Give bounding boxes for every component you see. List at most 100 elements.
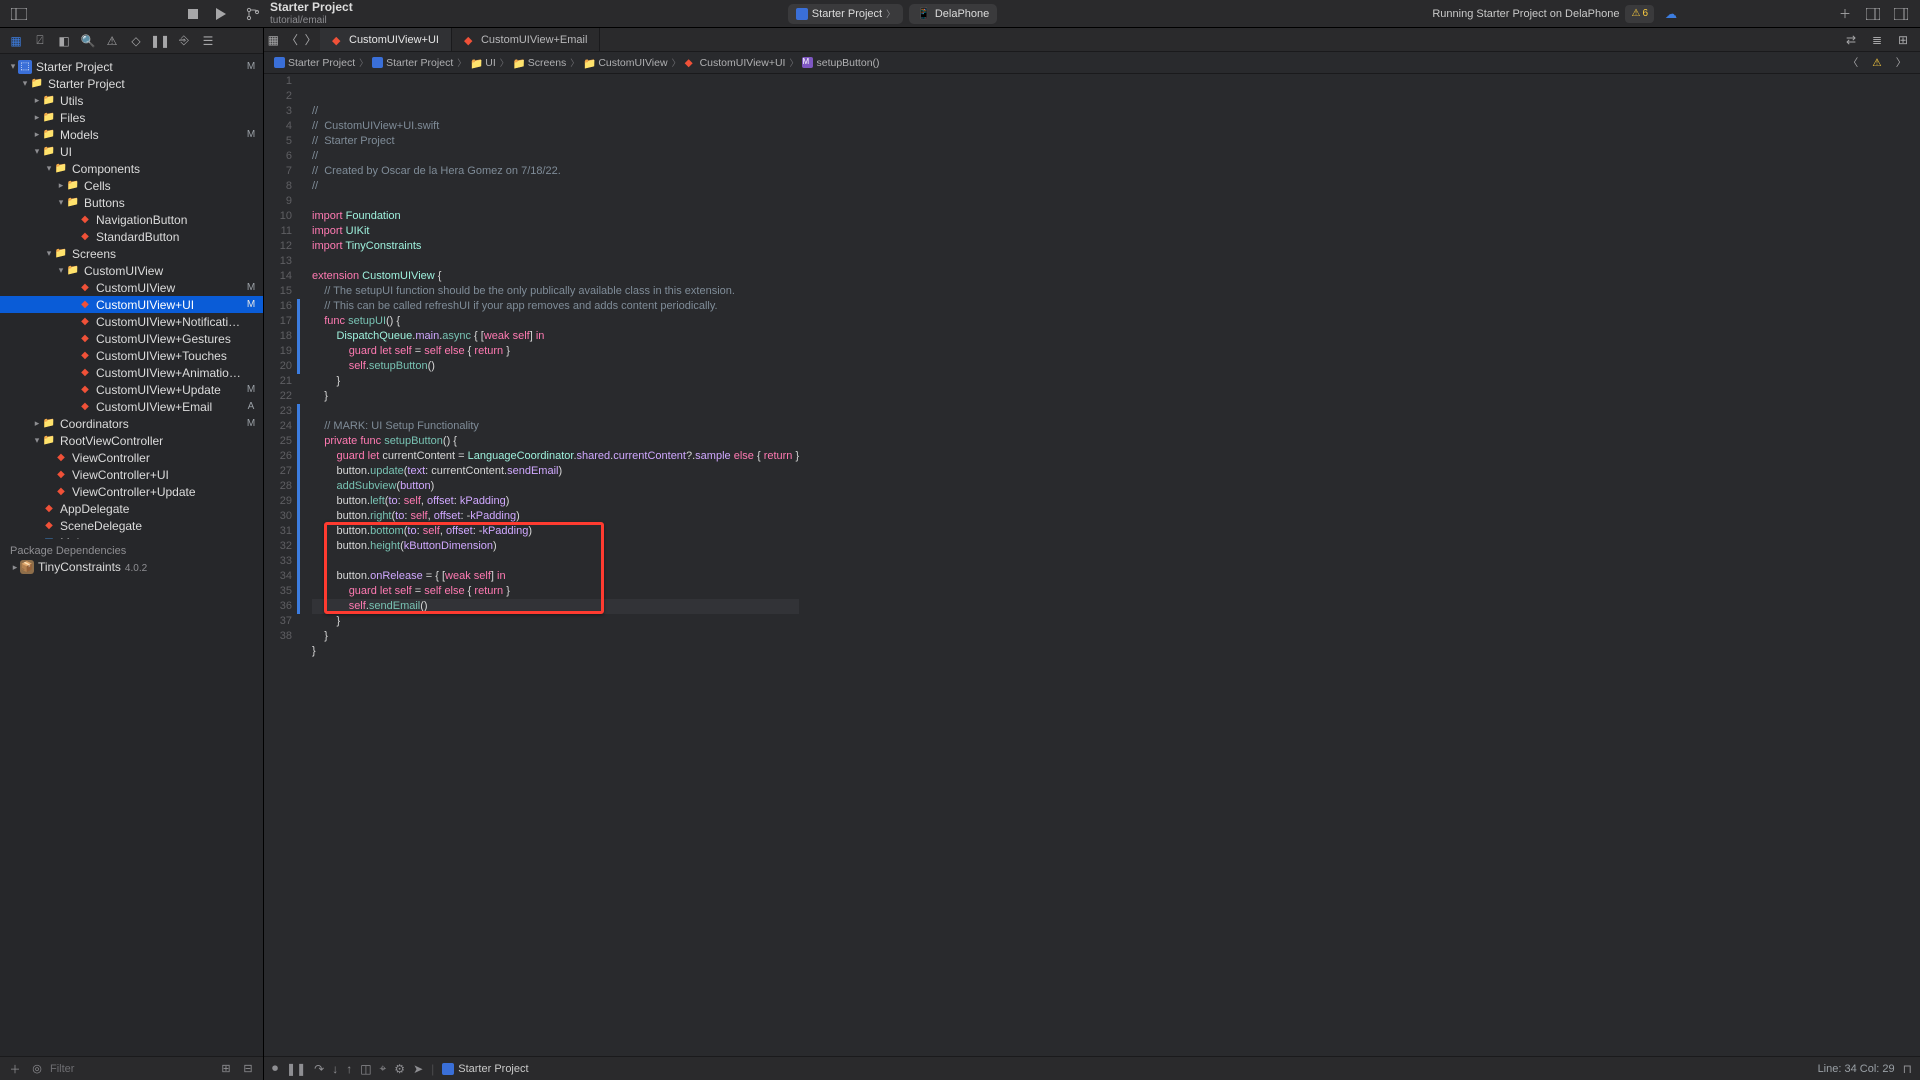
jump-prev-icon[interactable]: 〈 [1842,52,1864,74]
jumpbar-crumb[interactable]: Starter Project [370,57,455,69]
step-over-icon[interactable]: ↷ [314,1062,324,1076]
tree-item[interactable]: ◆ViewController [0,449,263,466]
jumpbar-crumb[interactable]: Starter Project [272,57,357,69]
phone-icon: 📱 [917,7,931,20]
editor-options-icon[interactable]: ≣ [1866,29,1888,51]
library-icon[interactable] [1862,3,1884,25]
file-tree[interactable]: ▾⬚Starter ProjectM▾📁Starter Project▸📁Uti… [0,54,263,539]
tree-item[interactable]: ▣Main [0,534,263,539]
code-content[interactable]: //// CustomUIView+UI.swift// Starter Pro… [300,74,799,674]
code-editor[interactable]: 1234567891011121314151617181920212223242… [264,74,1920,1056]
project-title: Starter Project [270,1,353,14]
add-icon[interactable]: ＋ [1834,3,1856,25]
debug-view-icon[interactable]: ◫ [360,1062,371,1076]
navigator-selector-bar: ▦ ⍁ ◧ 🔍 ⚠︎ ◇ ❚❚ ⎆ ☰ [0,28,263,54]
memory-graph-icon[interactable]: ⌖ [380,1061,387,1076]
cloud-status-icon[interactable]: ☁︎ [1660,3,1682,25]
jump-bar[interactable]: Starter Project〉Starter Project〉📁UI〉📁Scr… [264,52,1920,74]
jumpbar-crumb[interactable]: 📁Screens [511,57,569,69]
tree-item[interactable]: ◆SceneDelegate [0,517,263,534]
nav-breakpoints-icon[interactable]: ⎆ [174,31,194,51]
jumpbar-crumb[interactable]: ◆CustomUIView+UI [683,57,788,69]
tree-item[interactable]: ▾📁Components [0,160,263,177]
line-gutter[interactable]: 1234567891011121314151617181920212223242… [264,74,300,674]
run-button[interactable] [210,3,232,25]
editor-area: ▦ 〈 〉 ◆CustomUIView+UI ◆CustomUIView+Ema… [264,28,1920,1080]
tree-item[interactable]: ▾📁CustomUIView [0,262,263,279]
nav-tests-icon[interactable]: ◇ [126,31,146,51]
jump-next-icon[interactable]: 〉 [1890,52,1912,74]
tree-item[interactable]: ▸📁Utils [0,92,263,109]
tree-item[interactable]: ▸📁Cells [0,177,263,194]
filter-scope-icon[interactable]: ◎ [28,1060,46,1078]
step-into-icon[interactable]: ↓ [332,1062,338,1076]
branch-icon[interactable] [242,3,264,25]
debug-bar: ⏺ ❚❚ ↷ ↓ ↑ ◫ ⌖ ⚙︎ ➤ | Starter Project Li… [264,1056,1920,1080]
navigator-filter-bar: ＋ ◎ ⊞ ⊟ [0,1056,263,1080]
tree-item[interactable]: ▾📁Buttons [0,194,263,211]
tree-item[interactable]: ◆ViewController+Update [0,483,263,500]
adjust-editor-icon[interactable]: ⇄ [1840,29,1862,51]
nav-project-icon[interactable]: ▦ [6,31,26,51]
inspectors-toggle-icon[interactable] [1890,3,1912,25]
tree-item[interactable]: ◆CustomUIViewM [0,279,263,296]
tree-item[interactable]: ◆CustomUIView+Touches [0,347,263,364]
sidebar-toggle-icon[interactable] [8,3,30,25]
tree-item[interactable]: ◆ViewController+UI [0,466,263,483]
editor-tab-bar: ▦ 〈 〉 ◆CustomUIView+UI ◆CustomUIView+Ema… [264,28,1920,52]
branch-name: tutorial/email [270,15,353,26]
tree-item[interactable]: ◆StandardButton [0,228,263,245]
tree-item[interactable]: ▾⬚Starter ProjectM [0,58,263,75]
warning-icon: ⚠︎ [1631,8,1640,19]
recent-filter-icon[interactable]: ⊞ [217,1060,235,1078]
nav-back-icon[interactable]: 〈 [283,29,302,51]
tree-item[interactable]: ▾📁UI [0,143,263,160]
jumpbar-crumb[interactable]: 📁UI [468,57,498,69]
filter-input[interactable] [50,1063,213,1075]
package-row[interactable]: ▸ 📦 TinyConstraints4.0.2 [0,559,263,576]
breakpoint-toggle-icon[interactable]: ⏺ [272,1061,278,1076]
nav-forward-icon[interactable]: 〉 [301,29,320,51]
nav-source-control-icon[interactable]: ⍁ [30,31,50,51]
tree-item[interactable]: ◆CustomUIView+Notifications [0,313,263,330]
nav-find-icon[interactable]: 🔍 [78,31,98,51]
stop-button[interactable] [182,3,204,25]
tree-item[interactable]: ▾📁RootViewController [0,432,263,449]
tree-item[interactable]: ◆CustomUIView+UIM [0,296,263,313]
location-sim-icon[interactable]: ➤ [413,1062,423,1076]
nav-debug-icon[interactable]: ❚❚ [150,31,170,51]
tree-item[interactable]: ▸📁CoordinatorsM [0,415,263,432]
add-file-icon[interactable]: ＋ [6,1060,24,1078]
tab-customuiview-ui[interactable]: ◆CustomUIView+UI [320,28,452,51]
warnings-badge[interactable]: ⚠︎ 6 [1625,5,1654,23]
related-items-icon[interactable]: ▦ [264,29,283,51]
tree-item[interactable]: ◆CustomUIView+UpdateM [0,381,263,398]
add-editor-icon[interactable]: ⊞ [1892,29,1914,51]
step-out-icon[interactable]: ↑ [346,1062,352,1076]
tree-item[interactable]: ▸📁ModelsM [0,126,263,143]
tab-customuiview-email[interactable]: ◆CustomUIView+Email [452,28,600,51]
env-overrides-icon[interactable]: ⚙︎ [394,1062,405,1076]
scheme-selector[interactable]: Starter Project 〉 [788,4,903,24]
debug-target[interactable]: Starter Project [442,1063,528,1075]
device-selector[interactable]: 📱 DelaPhone [909,4,997,24]
jump-warn-icon[interactable]: ⚠︎ [1866,52,1888,74]
scm-filter-icon[interactable]: ⊟ [239,1060,257,1078]
tree-item[interactable]: ◆AppDelegate [0,500,263,517]
tree-item[interactable]: ▸📁Files [0,109,263,126]
jumpbar-crumb[interactable]: 📁CustomUIView [581,57,669,69]
nav-symbols-icon[interactable]: ◧ [54,31,74,51]
nav-reports-icon[interactable]: ☰ [198,31,218,51]
tree-item[interactable]: ▾📁Starter Project [0,75,263,92]
tree-item[interactable]: ◆CustomUIView+Gestures [0,330,263,347]
tree-item[interactable]: ◆CustomUIView+Animations [0,364,263,381]
build-status: Running Starter Project on DelaPhone [1432,8,1619,20]
cursor-position: Line: 34 Col: 29 [1818,1063,1895,1075]
jumpbar-crumb[interactable]: MsetupButton() [800,57,881,69]
tree-item[interactable]: ◆CustomUIView+EmailA [0,398,263,415]
tree-item[interactable]: ◆NavigationButton [0,211,263,228]
tree-item[interactable]: ▾📁Screens [0,245,263,262]
nav-issues-icon[interactable]: ⚠︎ [102,31,122,51]
toggle-debug-area-icon[interactable]: ⊓ [1903,1062,1912,1076]
pause-icon[interactable]: ❚❚ [286,1062,306,1076]
